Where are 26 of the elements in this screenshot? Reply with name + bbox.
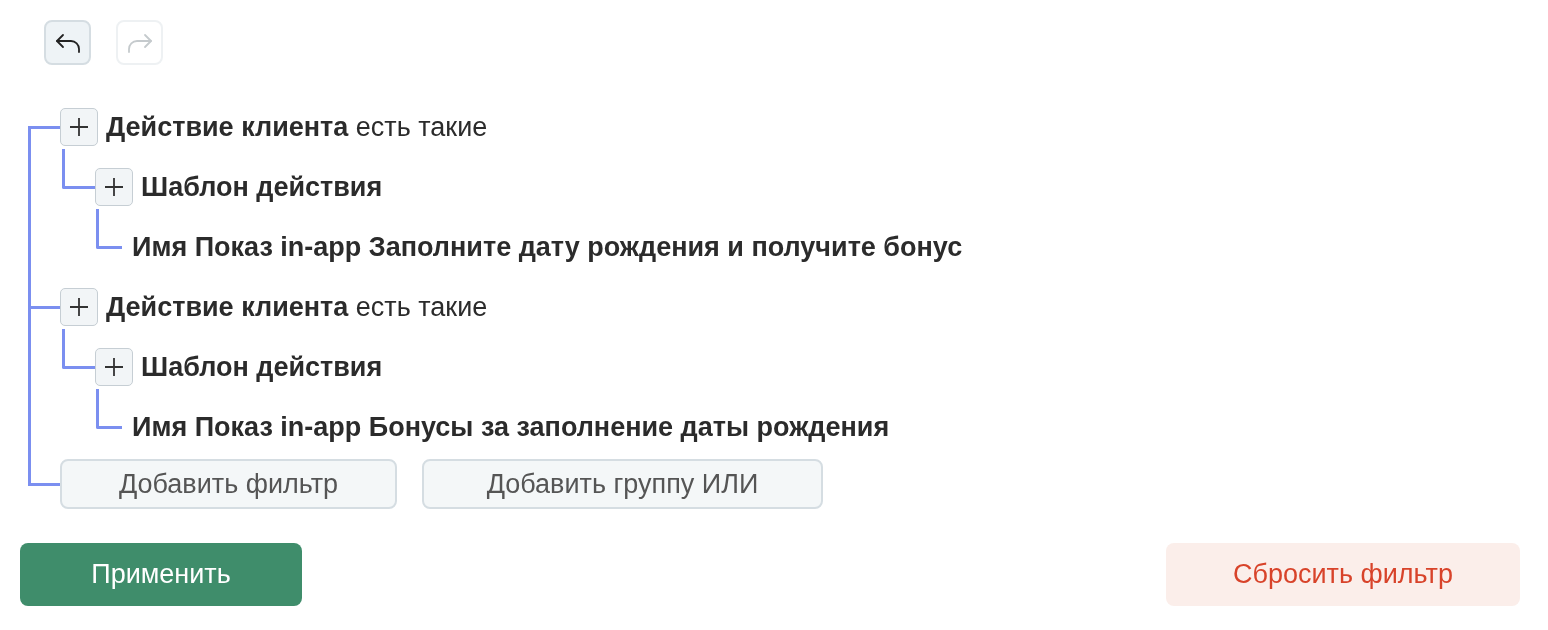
tree-connector	[28, 305, 60, 309]
apply-button[interactable]: Применить	[20, 543, 302, 606]
tree-connector	[96, 209, 122, 249]
plus-icon	[104, 177, 124, 197]
undo-button[interactable]	[44, 20, 91, 65]
undo-icon	[54, 32, 81, 53]
add-filter-button[interactable]: Добавить фильтр	[60, 459, 397, 509]
tree-connector	[28, 125, 60, 129]
reset-filter-button[interactable]: Сбросить фильтр	[1166, 543, 1520, 606]
filter-label: Имя Показ in-app Бонусы за заполнение даты рождения	[132, 410, 890, 444]
plus-icon	[69, 117, 89, 137]
plus-icon	[104, 357, 124, 377]
add-button[interactable]	[60, 288, 98, 326]
redo-icon	[126, 32, 153, 53]
filter-label: Имя Показ in-app Заполните дату рождения и получите бонус	[132, 230, 963, 264]
add-button[interactable]	[95, 348, 133, 386]
add-button[interactable]	[95, 168, 133, 206]
filter-label: Действие клиента есть такие	[106, 290, 488, 324]
filter-label: Шаблон действия	[141, 170, 383, 204]
plus-icon	[69, 297, 89, 317]
add-button[interactable]	[60, 108, 98, 146]
tree-connector	[28, 482, 60, 486]
filter-label: Шаблон действия	[141, 350, 383, 384]
add-filter-button[interactable]: Добавить группу ИЛИ	[422, 459, 823, 509]
tree-connector	[96, 389, 122, 429]
filter-label: Действие клиента есть такие	[106, 110, 488, 144]
